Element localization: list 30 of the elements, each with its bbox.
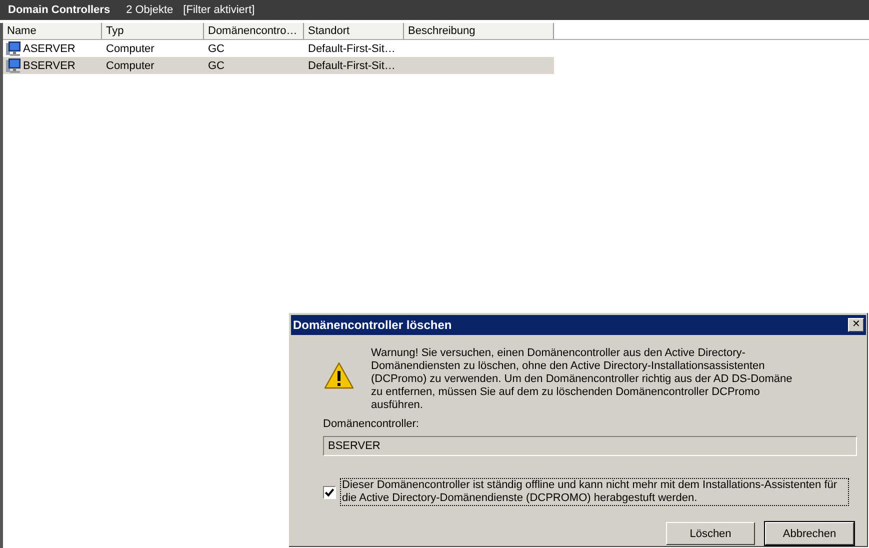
table-cell: Default-First-Sit… [308,60,396,72]
field-label: Domänencontroller: [323,418,420,430]
table-cell: Default-First-Sit… [308,42,396,54]
delete-button[interactable]: Löschen [666,522,755,545]
computer-icon [5,40,21,56]
table-row[interactable]: BSERVER Computer GC Default-First-Sit… [3,57,554,74]
column-header[interactable]: Typ [102,23,204,39]
table-cell: Computer [106,60,154,72]
warning-message: Warnung! Sie versuchen, einen Domänencontroller aus den Active Directory-Domänendiensten zu löschen, ohne den Active Directory-Installationsassistenten (DCPromo) zu verwenden. Um den Domänencontroller richtig aus der AD DS-Domäne zu entfernen, müssen Sie auf dem zu löschenden Domänencontroller DCPromo ausführen. [371,347,794,412]
column-header[interactable]: Name [3,23,102,39]
input-field[interactable]: BSERVER [323,436,857,456]
container-title: Domain Controllers [8,4,110,16]
column-header[interactable]: Domänencontro… [204,23,304,39]
object-count: 2 Objekte [126,4,174,16]
column-header[interactable]: Beschreibung [404,23,554,39]
table-cell: GC [208,42,224,54]
table-cell: GC [208,60,224,72]
close-button[interactable]: ✕ [848,318,864,332]
computer-icon [5,58,21,74]
table-cell: BSERVER [23,60,76,72]
cancel-button[interactable]: Abbrechen [765,522,854,545]
table-cell: ASERVER [23,42,76,54]
table-cell: Computer [106,42,154,54]
table-row[interactable]: ASERVER Computer GC Default-First-Sit… [3,40,554,57]
checkbox-label[interactable]: Dieser Domänencontroller ist ständig offline und kann nicht mehr mit dem Installations-Assistenten für die Active Directory-Domänendienste (DCPROMO) herabgestuft werden. [340,478,849,506]
checkbox[interactable] [323,486,336,498]
filter-status: [Filter aktiviert] [183,4,255,16]
dialog-title: Domänencontroller löschen [293,318,452,332]
column-header[interactable]: Standort [304,23,404,39]
warning-icon [323,361,355,391]
